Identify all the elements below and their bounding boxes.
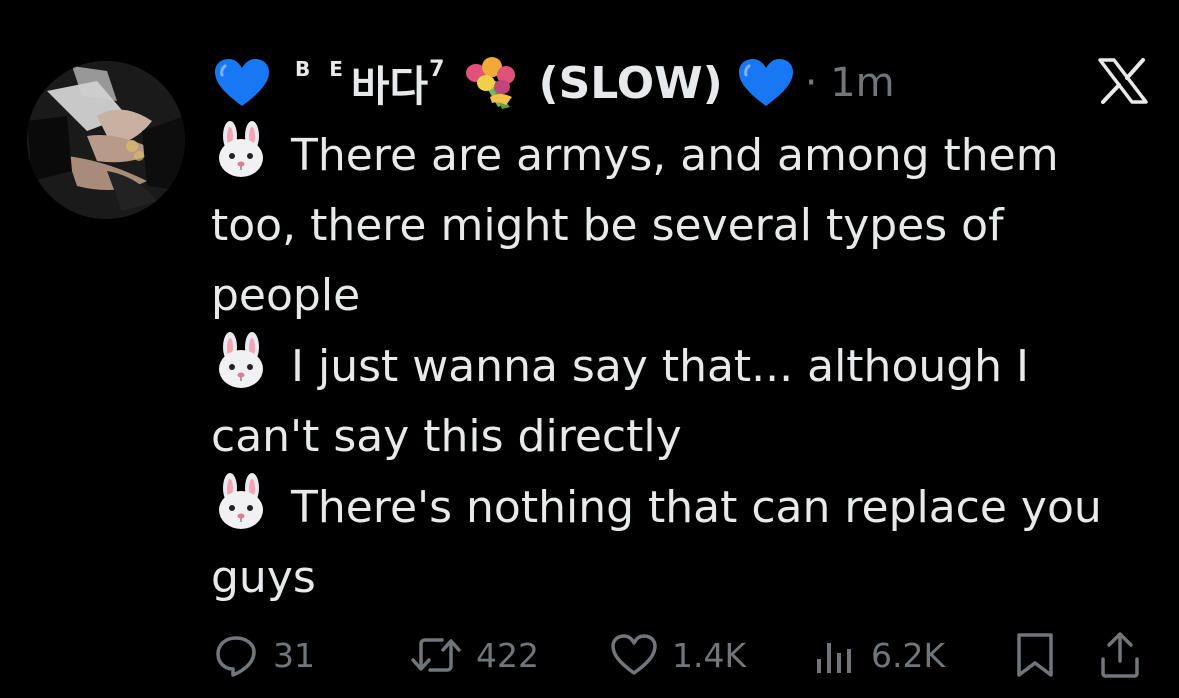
bookmark-button[interactable] (1013, 625, 1057, 685)
like-button[interactable]: 1.4K (610, 625, 746, 685)
reply-icon (216, 636, 256, 677)
display-name-tag: (SLOW) (538, 57, 723, 109)
blue-heart-icon (215, 59, 269, 106)
like-count: 1.4K (672, 635, 747, 675)
display-name-superscript: 7 (429, 56, 445, 82)
tweet-line-1: There are armys, and among them too, the… (211, 130, 1059, 321)
tweet-paragraph: I just wanna say that... although I can'… (211, 331, 1151, 472)
tweet-paragraph: There's nothing that can replace you guy… (211, 472, 1151, 613)
tweet-card: B E 바다 7 (SLOW) · 1m There are armys, an… (0, 0, 1179, 698)
display-name-prefix: B E (295, 57, 349, 81)
repost-icon (411, 638, 461, 672)
rabbit-face-icon (219, 332, 263, 388)
repost-count: 422 (476, 635, 539, 675)
heart-outline-icon (611, 634, 657, 675)
views-count: 6.2K (871, 635, 946, 675)
display-name[interactable]: B E 바다 7 (271, 53, 444, 114)
share-icon (1101, 632, 1139, 678)
bookmark-icon (1017, 633, 1053, 677)
repost-button[interactable]: 422 (410, 625, 539, 685)
views-button[interactable]: 6.2K (813, 625, 945, 685)
tweet-text: There are armys, and among them too, the… (211, 120, 1151, 613)
tweet-line-3: There's nothing that can replace you guy… (211, 482, 1102, 603)
avatar-hands-image (27, 61, 185, 219)
reply-count: 31 (273, 635, 315, 675)
tweet-header: B E 바다 7 (SLOW) · 1m (213, 55, 895, 111)
action-bar: 31 422 1.4K 6.2K (213, 625, 1153, 685)
blue-heart-icon-2 (738, 59, 793, 106)
rabbit-face-icon (219, 473, 263, 529)
display-name-korean: 바다 (350, 61, 429, 111)
avatar[interactable] (27, 61, 185, 219)
share-button[interactable] (1098, 625, 1142, 685)
tweet-paragraph: There are armys, and among them too, the… (211, 120, 1151, 331)
views-chart-icon (817, 643, 851, 673)
x-logo-icon[interactable] (1098, 58, 1148, 104)
timestamp[interactable]: · 1m (805, 60, 895, 106)
reply-button[interactable]: 31 (213, 625, 315, 685)
rabbit-face-icon (219, 121, 263, 177)
tweet-line-2: I just wanna say that... although I can'… (211, 341, 1030, 462)
bouquet-icon (466, 57, 516, 109)
